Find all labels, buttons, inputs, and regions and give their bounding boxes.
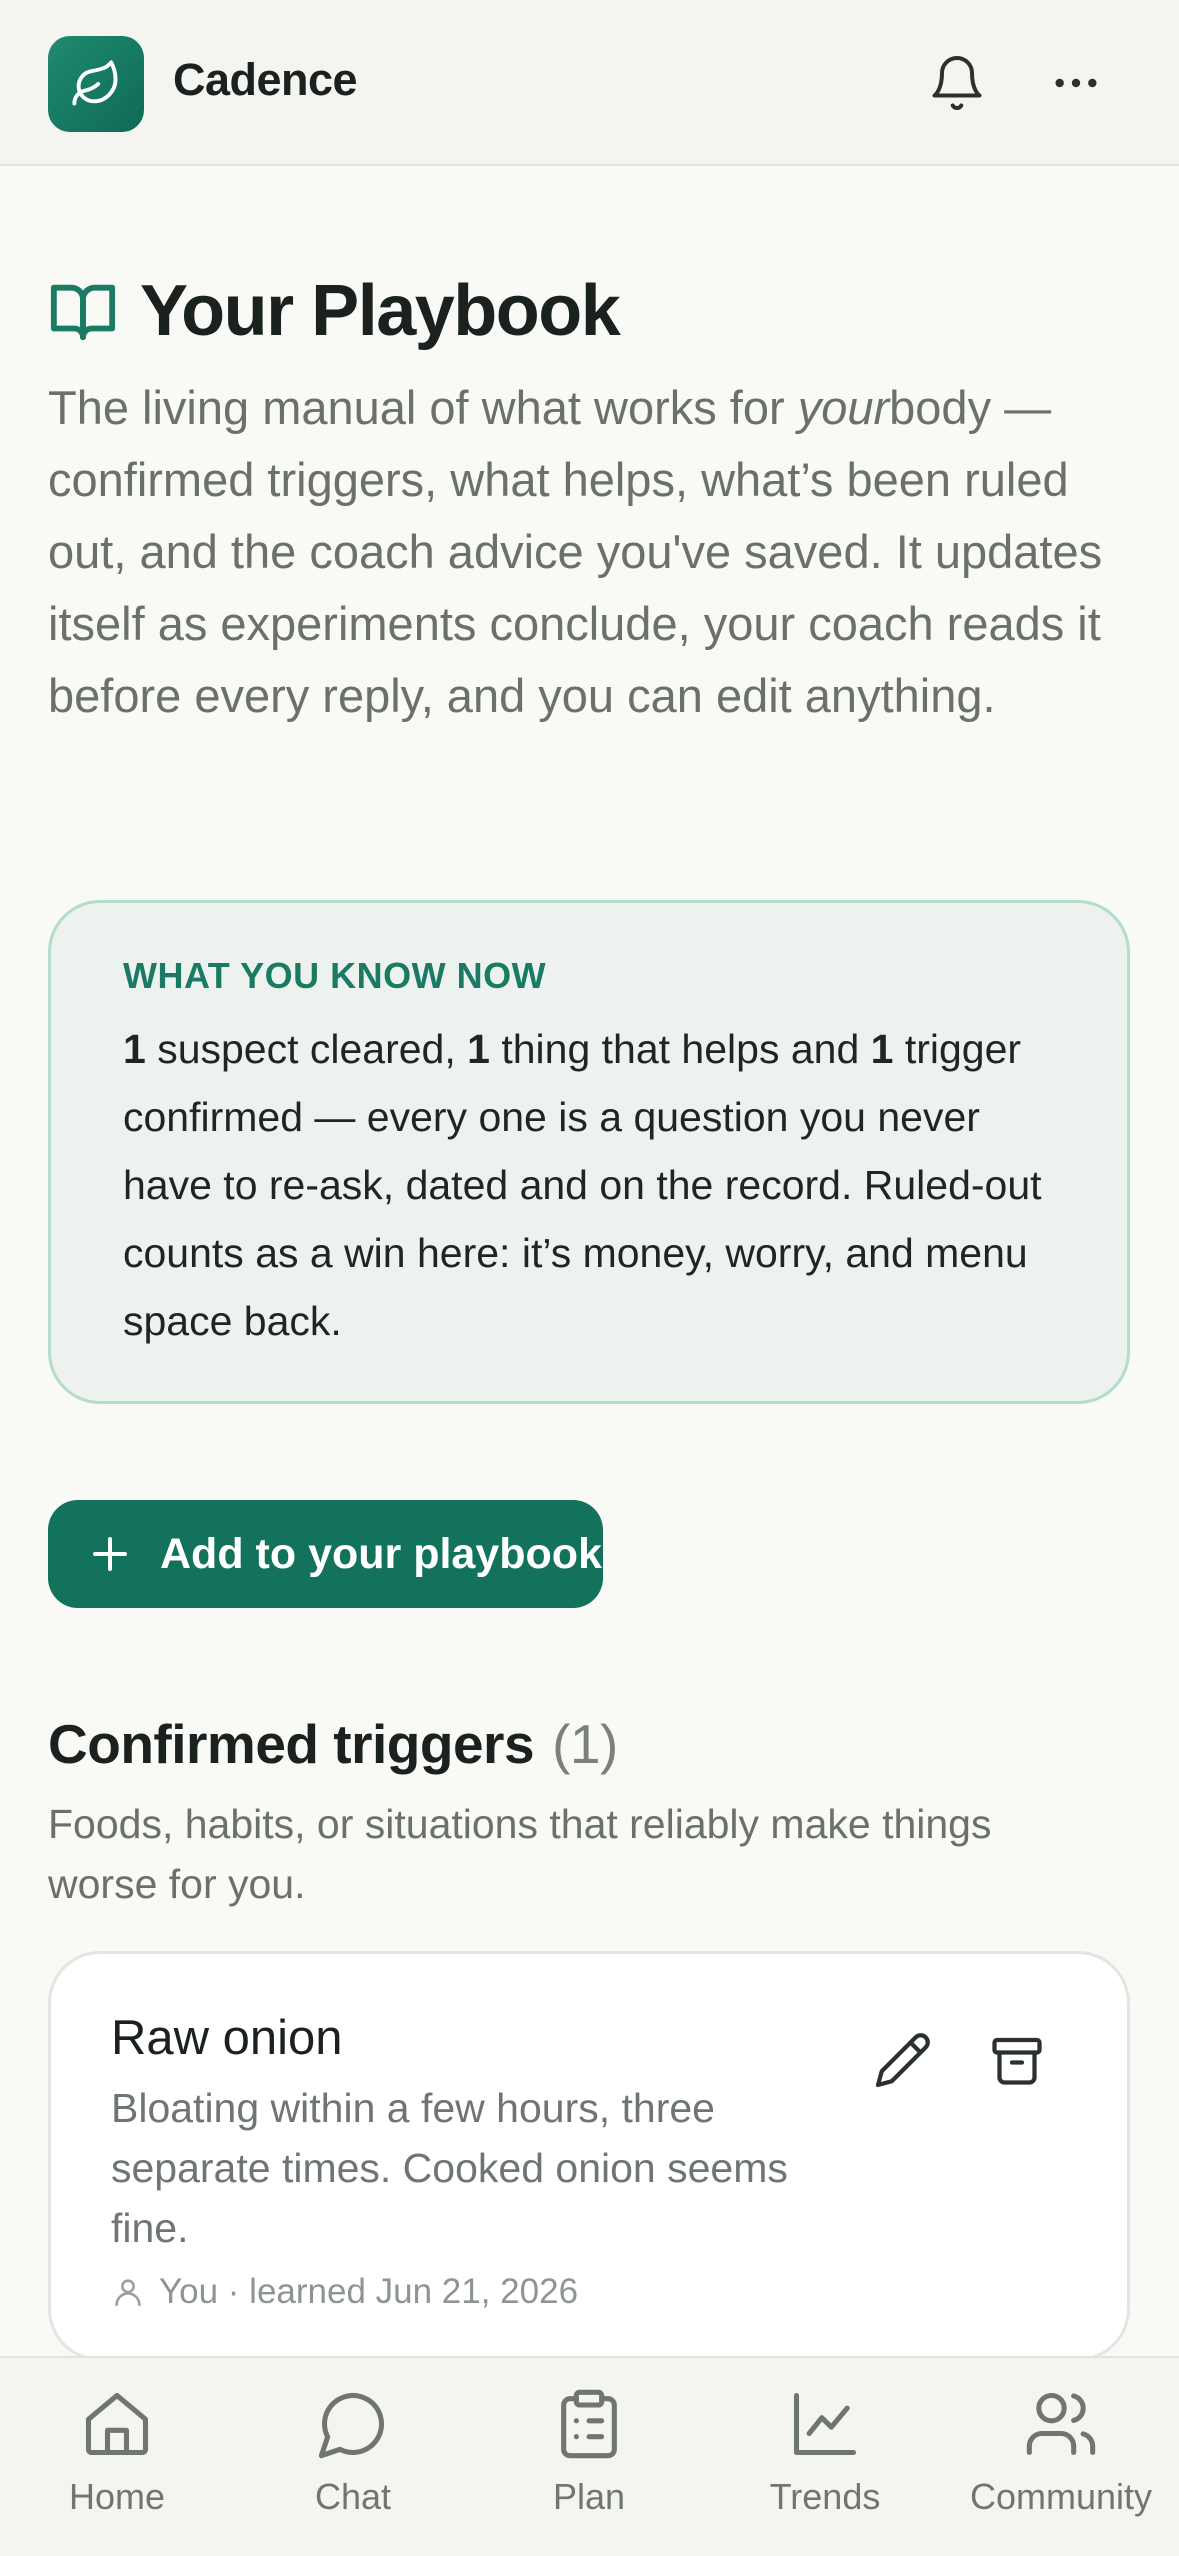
nav-item-community[interactable]: Community [961, 2386, 1161, 2518]
more-options-button[interactable] [1038, 45, 1114, 121]
section-title-confirmed-triggers: Confirmed triggers (1) [48, 1713, 618, 1775]
what-you-know-card: WHAT YOU KNOW NOW 1 suspect cleared, 1 t… [48, 900, 1130, 1404]
nav-item-home[interactable]: Home [17, 2386, 217, 2518]
section-description: Foods, habits, or situations that reliab… [48, 1801, 992, 1907]
add-to-playbook-button[interactable]: Add to your playbook [48, 1500, 603, 1608]
edit-pencil-icon[interactable] [873, 2030, 933, 2090]
page-title-row: Your Playbook [48, 270, 621, 352]
trigger-description: Bloating within a few hours, three separ… [111, 2085, 788, 2251]
know-card-text: 1 suspect cleared, 1 thing that helps an… [123, 1026, 1042, 1344]
app-header: Cadence [0, 0, 1179, 166]
plus-icon [93, 1537, 127, 1571]
app-name: Cadence [173, 54, 358, 105]
book-open-icon [50, 284, 116, 341]
leaf-icon [72, 60, 118, 106]
users-icon [1026, 2392, 1096, 2456]
archive-icon[interactable] [987, 2030, 1047, 2090]
section-count: (1) [552, 1713, 618, 1775]
notifications-button[interactable] [919, 45, 995, 121]
clipboard-icon [561, 2389, 617, 2459]
nav-item-trends[interactable]: Trends [725, 2386, 925, 2518]
bottom-navigation: Home Chat Plan Trends Community [0, 2356, 1179, 2556]
trigger-meta: You · learned Jun 21, 2026 [111, 2272, 1067, 2312]
chat-icon [318, 2392, 385, 2459]
app-logo[interactable] [48, 36, 144, 132]
nav-item-plan[interactable]: Plan [489, 2386, 689, 2518]
know-card-label: WHAT YOU KNOW NOW [123, 955, 547, 996]
more-horizontal-icon [1055, 78, 1097, 88]
bell-icon [932, 56, 982, 110]
trigger-card[interactable]: Raw onion Bloating within a few hours, t… [48, 1951, 1130, 2361]
user-icon [115, 2279, 141, 2307]
page-title: Your Playbook [140, 271, 621, 351]
add-button-label: Add to your playbook [160, 1529, 602, 1578]
chart-icon [793, 2392, 857, 2456]
page-intro: The living manual of what works for your… [48, 381, 1103, 722]
home-icon [85, 2392, 149, 2456]
nav-item-chat[interactable]: Chat [253, 2386, 453, 2518]
